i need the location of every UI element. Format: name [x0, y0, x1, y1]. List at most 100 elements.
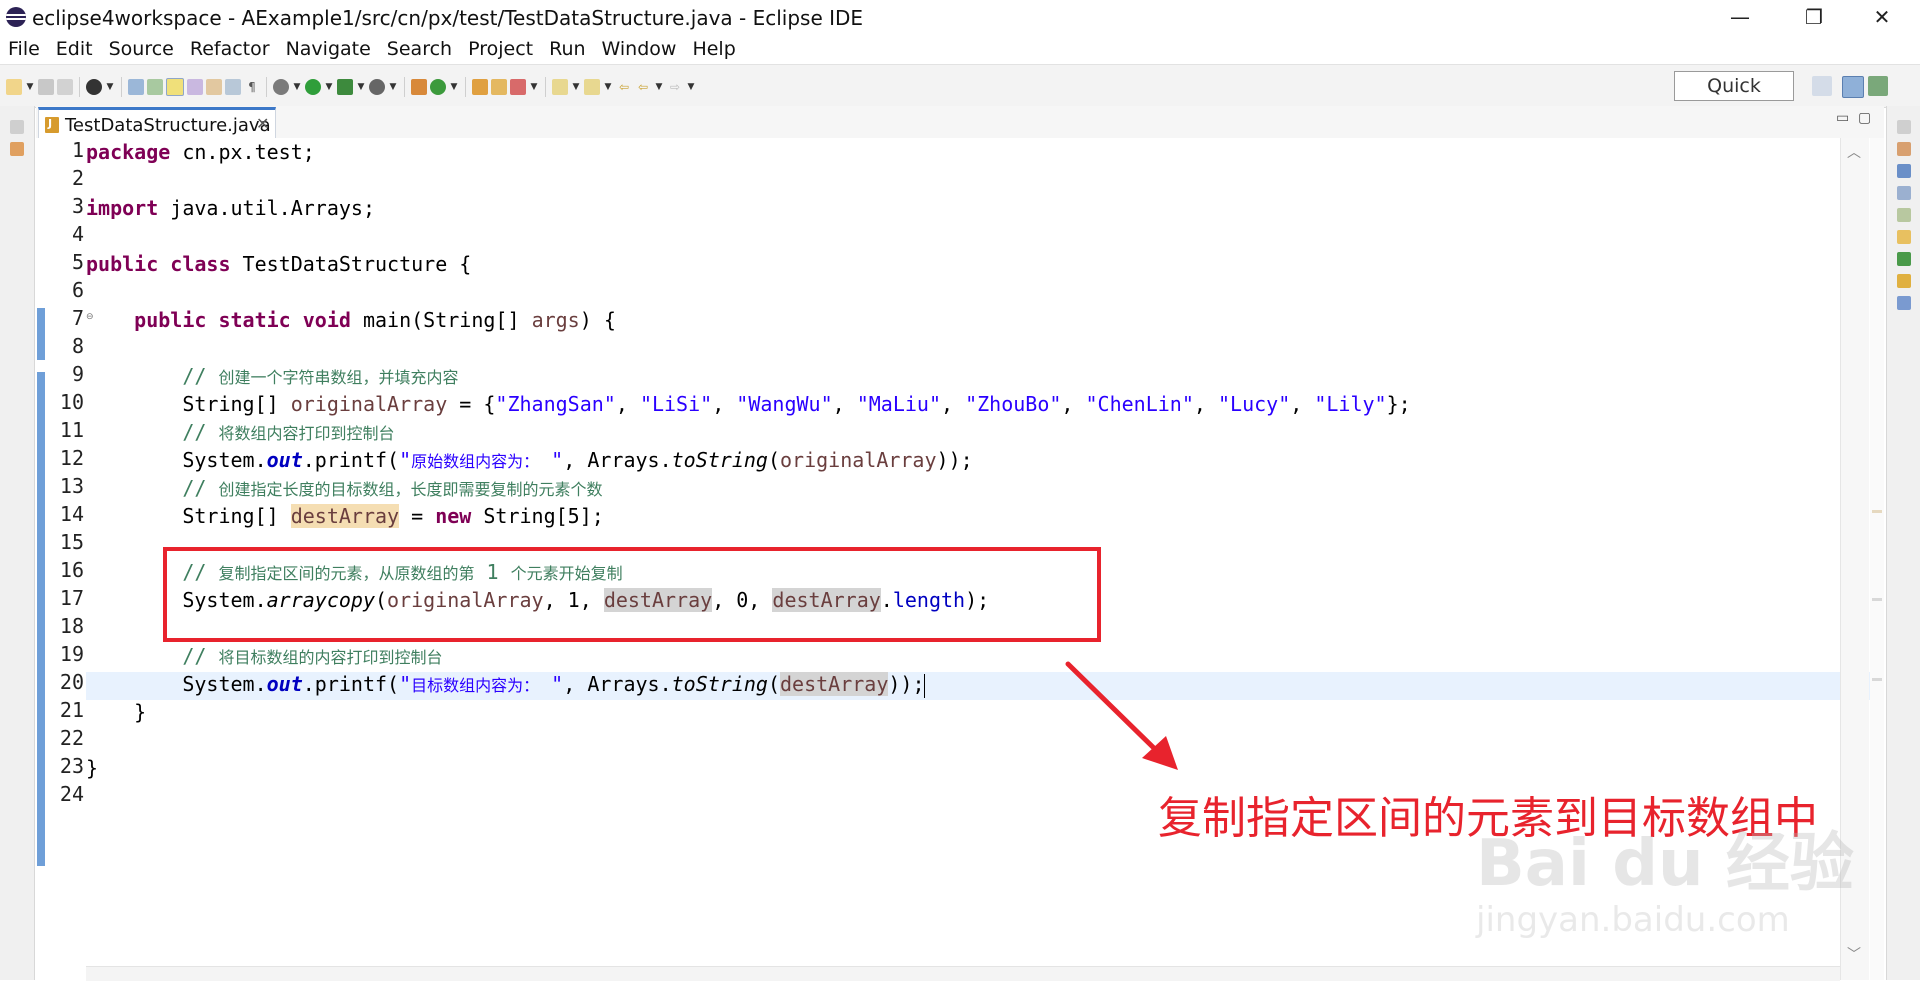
- menu-file[interactable]: File: [0, 38, 48, 60]
- menu-run[interactable]: Run: [541, 38, 593, 60]
- toggle-mark-icon[interactable]: [147, 79, 163, 95]
- new-icon[interactable]: [6, 79, 22, 95]
- open-perspective-icon[interactable]: [1812, 76, 1832, 96]
- menu-navigate[interactable]: Navigate: [278, 38, 379, 60]
- search-icon[interactable]: [510, 79, 526, 95]
- skip-breakpoints-icon[interactable]: [128, 79, 144, 95]
- right-trim-bar: [1886, 106, 1920, 980]
- menu-project[interactable]: Project: [460, 38, 541, 60]
- previous-annotation-icon[interactable]: [584, 79, 600, 95]
- chevron-down-icon[interactable]: ▼: [603, 79, 613, 95]
- new-class-icon[interactable]: [430, 79, 446, 95]
- open-task-icon[interactable]: [491, 79, 507, 95]
- next-annotation-icon[interactable]: [552, 79, 568, 95]
- back-icon[interactable]: ⇦: [635, 79, 651, 95]
- code-line: public static void main(String[] args) {: [134, 308, 616, 332]
- code-comment: // 创建一个字符串数组，并填充内容: [182, 364, 459, 388]
- menu-source[interactable]: Source: [101, 38, 182, 60]
- code-line: package cn.px.test;: [86, 140, 315, 164]
- java-perspective-icon[interactable]: [1842, 76, 1864, 98]
- forward-icon[interactable]: ⇨: [667, 79, 683, 95]
- console-icon[interactable]: [1897, 252, 1911, 266]
- javadoc-icon[interactable]: [1897, 186, 1911, 200]
- line-number: 18: [59, 614, 84, 638]
- restore-view-icon[interactable]: [10, 120, 24, 134]
- left-trim-bar: [0, 106, 35, 980]
- line-number: 5: [71, 250, 84, 274]
- chevron-down-icon[interactable]: ▼: [388, 79, 398, 95]
- chevron-down-icon[interactable]: ▼: [292, 79, 302, 95]
- close-button[interactable]: ✕: [1852, 0, 1912, 34]
- last-edit-location-icon[interactable]: ⇦: [616, 79, 632, 95]
- new-java-project-icon[interactable]: [411, 79, 427, 95]
- chevron-down-icon[interactable]: ▼: [654, 79, 664, 95]
- line-number: 17: [59, 586, 84, 610]
- line-number: 7: [71, 306, 84, 330]
- show-whitespace-icon[interactable]: ¶: [244, 79, 260, 95]
- code-comment: // 将数组内容打印到控制台: [182, 420, 395, 444]
- save-icon[interactable]: [38, 79, 54, 95]
- chevron-down-icon[interactable]: ﹀: [1847, 944, 1861, 964]
- line-number: 6: [71, 278, 84, 302]
- toolbar-separator: [404, 77, 405, 97]
- chevron-down-icon[interactable]: ▼: [356, 79, 366, 95]
- occurrence-marker[interactable]: [1872, 510, 1882, 513]
- tab-testdatastructure[interactable]: TestDataStructure.java ✕: [38, 107, 276, 138]
- chevron-down-icon[interactable]: ▼: [324, 79, 334, 95]
- chevron-down-icon[interactable]: ▼: [105, 79, 115, 95]
- chevron-down-icon[interactable]: ▼: [686, 79, 696, 95]
- toggle-block-icon[interactable]: [187, 79, 203, 95]
- occurrence-marker[interactable]: [1872, 678, 1882, 681]
- toolbar-separator: [545, 77, 546, 97]
- line-number: 16: [59, 558, 84, 582]
- package-explorer-icon[interactable]: [10, 142, 24, 156]
- maximize-button[interactable]: ❐: [1784, 0, 1844, 34]
- minimize-button[interactable]: —: [1710, 0, 1770, 34]
- code-line: String[] destArray = new String[5];: [182, 504, 604, 528]
- menu-edit[interactable]: Edit: [48, 38, 101, 60]
- line-number: 23: [59, 754, 84, 778]
- chevron-down-icon[interactable]: ▼: [529, 79, 539, 95]
- code-line: }: [86, 756, 99, 780]
- annotation-icon[interactable]: [206, 79, 222, 95]
- highlight-occurrences-icon[interactable]: [166, 78, 184, 96]
- annotation-arrow: [1065, 661, 1178, 770]
- horizontal-scrollbar[interactable]: [86, 966, 1840, 981]
- chevron-down-icon[interactable]: ▼: [25, 79, 35, 95]
- editor-icon[interactable]: [225, 79, 241, 95]
- line-number: 20: [59, 670, 84, 694]
- chevron-down-icon[interactable]: ▼: [449, 79, 459, 95]
- declaration-icon[interactable]: [1897, 208, 1911, 222]
- external-tools-icon[interactable]: [369, 79, 385, 95]
- coverage-icon[interactable]: [337, 79, 353, 95]
- menu-help[interactable]: Help: [684, 38, 743, 60]
- outline-icon[interactable]: [1897, 142, 1911, 156]
- overview-ruler[interactable]: [1870, 138, 1884, 980]
- menu-refactor[interactable]: Refactor: [182, 38, 278, 60]
- tasks-icon[interactable]: [1897, 274, 1911, 288]
- chevron-down-icon[interactable]: ▼: [571, 79, 581, 95]
- debug-perspective-icon[interactable]: [86, 79, 102, 95]
- debug-icon[interactable]: [273, 79, 289, 95]
- quick-access-field[interactable]: Quick Access: [1674, 71, 1794, 125]
- minimize-view-icon[interactable]: ▭: [1836, 110, 1849, 126]
- hierarchy-icon[interactable]: [1897, 296, 1911, 310]
- menu-window[interactable]: Window: [594, 38, 685, 60]
- run-icon[interactable]: [305, 79, 321, 95]
- search-view-icon[interactable]: [1897, 230, 1911, 244]
- line-number: 8: [71, 334, 84, 358]
- menu-search[interactable]: Search: [379, 38, 460, 60]
- debug-perspective-switch-icon[interactable]: [1868, 76, 1888, 96]
- occurrence-marker[interactable]: [1872, 598, 1882, 601]
- open-type-icon[interactable]: [472, 79, 488, 95]
- text-caret: [924, 673, 926, 698]
- close-icon[interactable]: ✕: [256, 114, 269, 133]
- title-bar: eclipse4workspace - AExample1/src/cn/px/…: [0, 0, 1920, 34]
- maximize-view-icon[interactable]: ▢: [1858, 110, 1871, 126]
- eclipse-logo-icon: [6, 7, 26, 27]
- chevron-up-icon[interactable]: ︿: [1847, 142, 1861, 162]
- line-number: 9: [71, 362, 84, 386]
- restore-view-icon[interactable]: [1897, 120, 1911, 134]
- problems-icon[interactable]: [1897, 164, 1911, 178]
- save-all-icon[interactable]: [57, 79, 73, 95]
